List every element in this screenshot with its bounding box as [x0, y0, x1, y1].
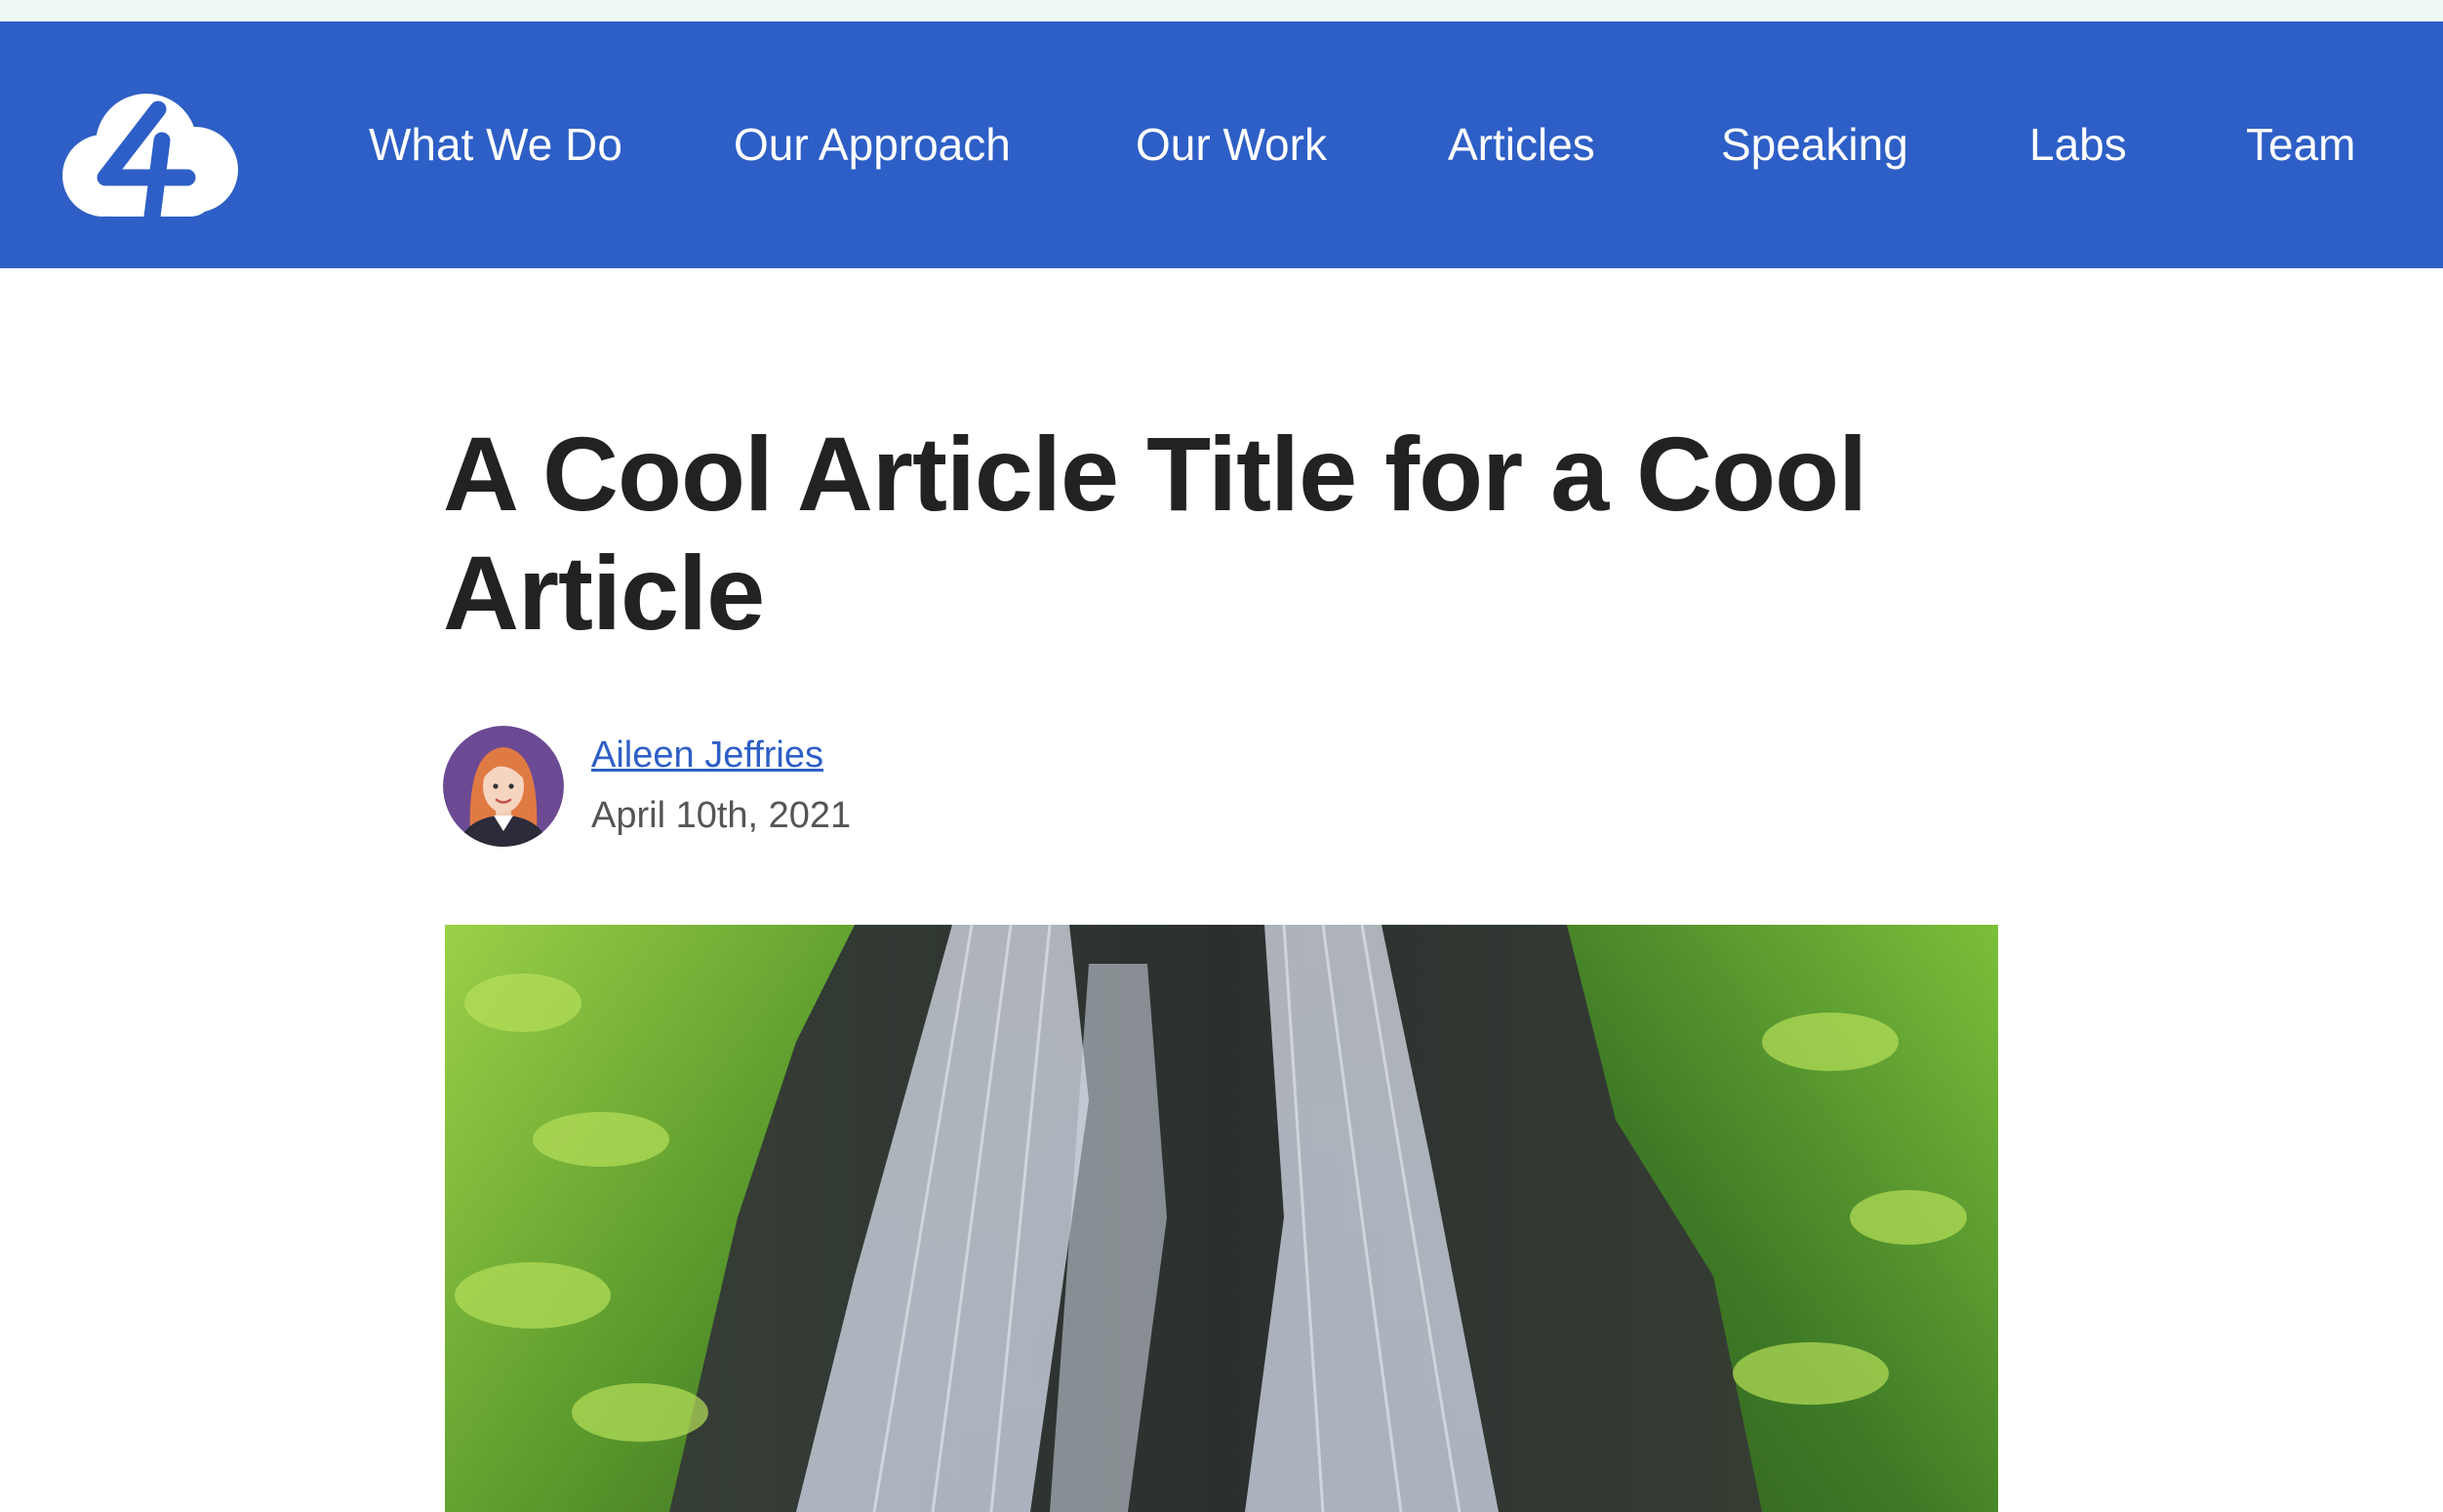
nav-labs[interactable]: Labs	[2029, 115, 2127, 174]
article-title: A Cool Article Title for a Cool Article	[443, 415, 1867, 652]
author-avatar-illustration	[443, 726, 564, 847]
nav-our-work[interactable]: Our Work	[1136, 115, 1327, 174]
window-top-edge	[0, 0, 2443, 21]
author-avatar	[443, 726, 564, 847]
author-name-link[interactable]: Aileen Jeffries	[591, 732, 823, 778]
waterfall-photo	[445, 925, 1998, 1512]
article-hero-image	[445, 925, 1998, 1512]
nav-what-we-do[interactable]: What We Do	[369, 115, 622, 174]
home-logo-link[interactable]	[49, 80, 244, 226]
four-cloud-logo-icon	[62, 94, 238, 225]
nav-our-approach[interactable]: Our Approach	[734, 115, 1011, 174]
post-date: April 10th, 2021	[591, 795, 852, 836]
site-header: What We Do Our Approach Our Work Article…	[0, 21, 2443, 268]
nav-speaking[interactable]: Speaking	[1721, 115, 1908, 174]
nav-articles[interactable]: Articles	[1448, 115, 1595, 174]
nav-team[interactable]: Team	[2246, 115, 2355, 174]
